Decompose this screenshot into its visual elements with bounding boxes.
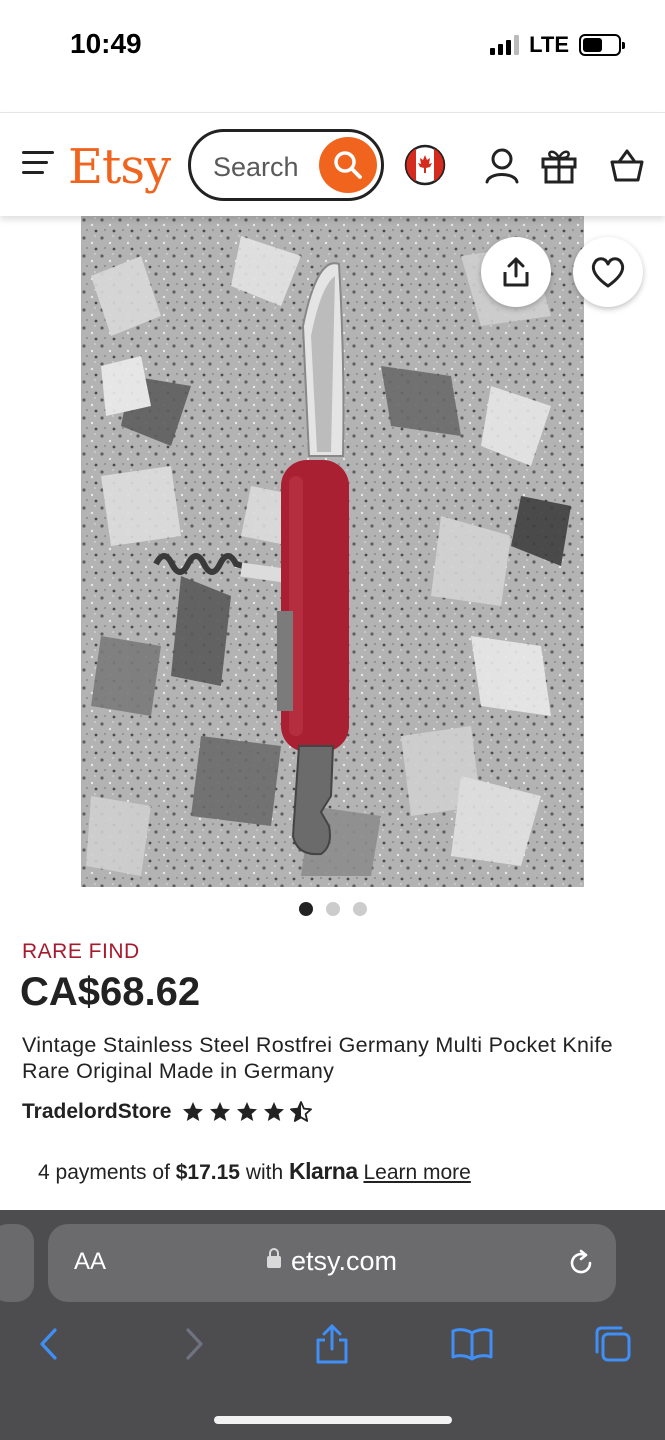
address-domain[interactable]: etsy.com: [48, 1246, 616, 1277]
account-icon[interactable]: [480, 143, 524, 187]
tabs-button[interactable]: [591, 1322, 635, 1366]
star-icon: [264, 1102, 285, 1121]
share-page-button[interactable]: [310, 1322, 354, 1366]
etsy-logo[interactable]: Etsy: [68, 139, 171, 195]
search-button[interactable]: [319, 137, 377, 193]
menu-icon[interactable]: [22, 151, 54, 177]
gallery-dot[interactable]: [352, 902, 367, 916]
search-icon: [334, 151, 362, 179]
search-input[interactable]: Search: [188, 129, 384, 201]
rare-find-badge: RARE FIND: [22, 940, 140, 963]
klarna-logo: Klarna: [289, 1158, 358, 1184]
canada-flag-icon[interactable]: [403, 143, 447, 187]
network-label: LTE: [529, 32, 569, 57]
shop-name-link[interactable]: TradelordStore: [22, 1100, 171, 1124]
lock-icon: [266, 1248, 281, 1268]
share-icon: [503, 257, 529, 287]
gallery-pagination: [0, 902, 665, 916]
previous-tab-preview[interactable]: [0, 1224, 34, 1302]
half-star-icon: [290, 1101, 313, 1122]
klarna-learn-more-link[interactable]: Learn more: [363, 1161, 470, 1184]
rating-stars[interactable]: [181, 1100, 313, 1124]
bookmarks-button[interactable]: [450, 1322, 494, 1366]
gallery-dot[interactable]: [325, 902, 340, 916]
share-icon: [316, 1324, 348, 1364]
favorite-button[interactable]: [573, 237, 643, 307]
star-icon: [210, 1102, 231, 1121]
book-icon: [451, 1328, 493, 1361]
star-icon: [183, 1102, 204, 1121]
reload-icon[interactable]: [566, 1248, 596, 1278]
listing-title: Vintage Stainless Steel Rostfrei Germany…: [22, 1033, 613, 1083]
site-header: Etsy Search: [0, 112, 665, 216]
klarna-payment-info: 4 payments of $17.15 with Klarna Learn m…: [38, 1158, 471, 1185]
home-indicator: [214, 1416, 452, 1424]
search-placeholder: Search: [213, 152, 299, 182]
chevron-left-icon: [40, 1328, 57, 1360]
klarna-amount: $17.15: [175, 1161, 240, 1184]
back-button[interactable]: [27, 1322, 71, 1366]
heart-icon: [591, 257, 625, 288]
tabs-icon: [595, 1326, 631, 1362]
gallery-dot[interactable]: [298, 902, 313, 916]
gift-icon[interactable]: [537, 143, 581, 187]
forward-button[interactable]: [172, 1322, 216, 1366]
chevron-right-icon: [186, 1328, 203, 1360]
signal-icon: [490, 35, 520, 55]
share-button[interactable]: [481, 237, 551, 307]
cart-icon[interactable]: [605, 143, 649, 187]
listing-price: CA$68.62: [20, 970, 201, 1014]
battery-icon: [579, 34, 625, 56]
status-bar: 10:49 LTE: [0, 0, 665, 90]
status-indicators: LTE: [490, 32, 625, 58]
shop-row: TradelordStore: [22, 1100, 313, 1124]
klarna-prefix: 4 payments of: [38, 1161, 170, 1184]
product-image[interactable]: [81, 216, 584, 887]
domain-text: etsy.com: [290, 1246, 398, 1276]
star-icon: [237, 1102, 258, 1121]
address-bar[interactable]: AA etsy.com: [48, 1224, 616, 1302]
browser-toolbar: AA etsy.com: [0, 1210, 665, 1440]
status-time: 10:49: [70, 28, 142, 59]
klarna-with: with: [245, 1161, 284, 1184]
